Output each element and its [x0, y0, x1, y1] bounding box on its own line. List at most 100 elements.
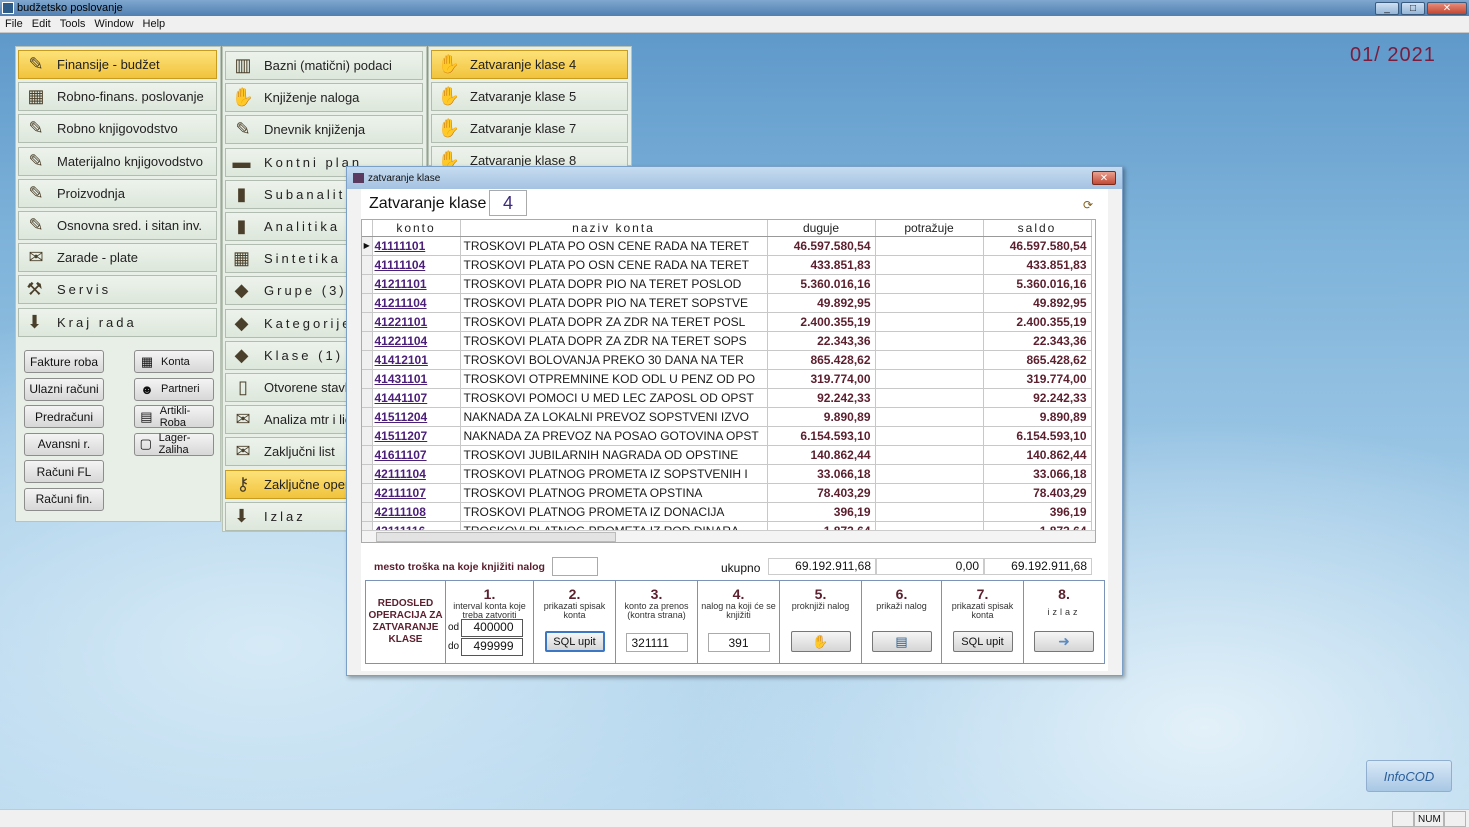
op4-nalog-input[interactable]: 391 — [707, 633, 770, 652]
table-row[interactable]: 41511204 NAKNADA ZA LOKALNI PREVOZ SOPSTV… — [362, 407, 1092, 427]
module-8[interactable]: ⚒ Servis — [18, 275, 217, 305]
dialog-close-button[interactable]: ✕ — [1092, 171, 1116, 185]
hscroll-thumb[interactable] — [376, 532, 616, 542]
closing-item-1[interactable]: ✋ Zatvaranje klase 4 — [431, 50, 628, 79]
col-duguje[interactable]: duguje — [767, 220, 876, 237]
col-naziv[interactable]: naziv konta — [460, 220, 768, 237]
table-row[interactable]: 41511207 NAKNADA ZA PREVOZ NA POSAO GOTOV… — [362, 426, 1092, 446]
cell-konto[interactable]: 41431101 — [372, 369, 461, 389]
cell-konto[interactable]: 41211104 — [372, 293, 461, 313]
quick-lookup-2[interactable]: ☻ Partneri — [134, 377, 214, 401]
app-title: budžetsko poslovanje — [17, 2, 123, 14]
quick-lookup-4[interactable]: ▢ Lager-Zaliha — [134, 432, 214, 456]
menu-edit[interactable]: Edit — [32, 18, 51, 30]
menu-window[interactable]: Window — [94, 18, 133, 30]
table-row[interactable]: 42111107 TROSKOVI PLATNOG PROMETA OPSTINA… — [362, 483, 1092, 503]
table-row[interactable]: 41431101 TROSKOVI OTPREMNINE KOD ODL U PE… — [362, 369, 1092, 389]
cell-konto[interactable]: 41221104 — [372, 331, 461, 351]
vertical-scrollbar[interactable] — [1095, 220, 1096, 543]
close-button[interactable]: ✕ — [1427, 1, 1467, 15]
menu-item-label: Zatvaranje klase 5 — [470, 89, 577, 104]
cell-naziv: NAKNADA ZA PREVOZ NA POSAO GOTOVINA OPST — [460, 426, 768, 446]
cell-konto[interactable]: 42111108 — [372, 502, 461, 522]
cell-konto[interactable]: 41211101 — [372, 274, 461, 294]
table-row[interactable]: 41221101 TROSKOVI PLATA DOPR ZA ZDR NA TE… — [362, 312, 1092, 332]
table-row[interactable]: 41211101 TROSKOVI PLATA DOPR PIO NA TERET… — [362, 274, 1092, 294]
op1-od-input[interactable]: 400000 — [461, 619, 523, 637]
col-potrazuje[interactable]: potražuje — [875, 220, 984, 237]
cell-konto[interactable]: 41511204 — [372, 407, 461, 427]
cell-pot — [875, 483, 984, 503]
cell-konto[interactable]: 41412101 — [372, 350, 461, 370]
refresh-icon[interactable]: ⟳ — [1083, 198, 1097, 212]
quick-btn-5[interactable]: Računi FL — [24, 460, 104, 483]
klasa-field[interactable]: 4 — [489, 190, 527, 216]
table-row[interactable]: 42111108 TROSKOVI PLATNOG PROMETA IZ DONA… — [362, 502, 1092, 522]
table-row[interactable]: 41611107 TROSKOVI JUBILARNIH NAGRADA OD O… — [362, 445, 1092, 465]
quick-btn-2[interactable]: Ulazni računi — [24, 377, 104, 401]
module-7[interactable]: ✉ Zarade - plate — [18, 243, 217, 273]
module-2[interactable]: ▦ Robno-finans. poslovanje — [18, 82, 217, 112]
col-konto[interactable]: konto — [372, 220, 461, 237]
menu-item-label: Kategorije — [264, 315, 353, 331]
cell-pot — [875, 464, 984, 484]
cell-konto[interactable]: 41441107 — [372, 388, 461, 408]
op3-konto-input[interactable]: 321111 — [625, 633, 688, 652]
cell-konto[interactable]: 42111107 — [372, 483, 461, 503]
cell-naziv: TROSKOVI PLATA PO OSN CENE RADA NA TERET — [460, 236, 768, 256]
col-saldo[interactable]: saldo — [983, 220, 1092, 237]
cell-konto[interactable]: 41111104 — [372, 255, 461, 275]
table-row[interactable]: 41441107 TROSKOVI POMOCI U MED LEC ZAPOSL… — [362, 388, 1092, 408]
table-row[interactable]: 41211104 TROSKOVI PLATA DOPR PIO NA TERET… — [362, 293, 1092, 313]
money-icon: ✉ — [235, 409, 251, 430]
quick-lookup-1[interactable]: ▦ Konta — [134, 350, 214, 373]
submenu-item-3[interactable]: ✎ Dnevnik knjiženja — [225, 115, 423, 145]
infocod-logo: InfoCOD — [1366, 760, 1452, 792]
module-1[interactable]: ✎ Finansije - budžet — [18, 50, 217, 79]
proknjizi-button[interactable]: ✋ — [790, 631, 851, 652]
op1-num: 1. — [483, 586, 496, 602]
table-row[interactable]: 41111104 TROSKOVI PLATA PO OSN CENE RADA … — [362, 255, 1092, 275]
cell-konto[interactable]: 41111101 — [372, 236, 461, 256]
table-row[interactable]: 41412101 TROSKOVI BOLOVANJA PREKO 30 DANA… — [362, 350, 1092, 370]
quick-btn-1[interactable]: Fakture roba — [24, 350, 104, 373]
quick-btn-4[interactable]: Avansni r. — [24, 432, 104, 456]
submenu-item-1[interactable]: ▥ Bazni (matični) podaci — [225, 51, 423, 80]
horizontal-scrollbar[interactable] — [362, 530, 1095, 542]
closing-item-2[interactable]: ✋ Zatvaranje klase 5 — [431, 82, 628, 111]
closing-item-3[interactable]: ✋ Zatvaranje klase 7 — [431, 114, 628, 143]
menu-file[interactable]: File — [5, 18, 23, 30]
op1-do-input[interactable]: 499999 — [461, 638, 523, 656]
book-icon: ◆ — [234, 312, 252, 333]
minimize-button[interactable]: _ — [1375, 1, 1399, 15]
op2-sql-button[interactable]: SQL upit — [544, 631, 605, 652]
quick-btn-3[interactable]: Predračuni — [24, 405, 104, 428]
menu-help[interactable]: Help — [143, 18, 166, 30]
briefcase-icon: ✎ — [28, 150, 44, 171]
cell-sel — [362, 407, 373, 427]
quick-lookup-3[interactable]: ▤ Artikli-Roba — [134, 405, 214, 429]
module-3[interactable]: ✎ Robno knjigovodstvo — [18, 114, 217, 144]
cell-konto[interactable]: 41511207 — [372, 426, 461, 446]
izlaz-button[interactable]: ➜ — [1034, 631, 1094, 652]
cell-konto[interactable]: 41221101 — [372, 312, 461, 332]
quick-btn-6[interactable]: Računi fin. — [24, 487, 104, 511]
module-5[interactable]: ✎ Proizvodnja — [18, 178, 217, 208]
submenu-item-2[interactable]: ✋ Knjiženje naloga — [225, 83, 423, 113]
open-book-icon: ▯ — [238, 377, 248, 397]
module-6[interactable]: ✎ Osnovna sred. i sitan inv. — [18, 211, 217, 240]
mesto-input[interactable] — [552, 557, 598, 576]
op5-desc: proknjiži nalog — [791, 601, 850, 611]
cell-num: 140.862,44 — [767, 445, 876, 465]
table-row[interactable]: ▶ 41111101 TROSKOVI PLATA PO OSN CENE RADA… — [362, 236, 1092, 256]
table-row[interactable]: 42111104 TROSKOVI PLATNOG PROMETA IZ SOPS… — [362, 464, 1092, 484]
cell-konto[interactable]: 42111104 — [372, 464, 461, 484]
cell-konto[interactable]: 41611107 — [372, 445, 461, 465]
module-9[interactable]: ⬇ Kraj rada — [18, 307, 217, 337]
module-4[interactable]: ✎ Materijalno knjigovodstvo — [18, 146, 217, 176]
menu-tools[interactable]: Tools — [60, 18, 86, 30]
prikazi-nalog-button[interactable]: ▤ — [871, 631, 932, 652]
op7-sql-button[interactable]: SQL upit — [952, 631, 1013, 652]
table-row[interactable]: 41221104 TROSKOVI PLATA DOPR ZA ZDR NA TE… — [362, 331, 1092, 351]
maximize-button[interactable]: □ — [1401, 1, 1425, 15]
